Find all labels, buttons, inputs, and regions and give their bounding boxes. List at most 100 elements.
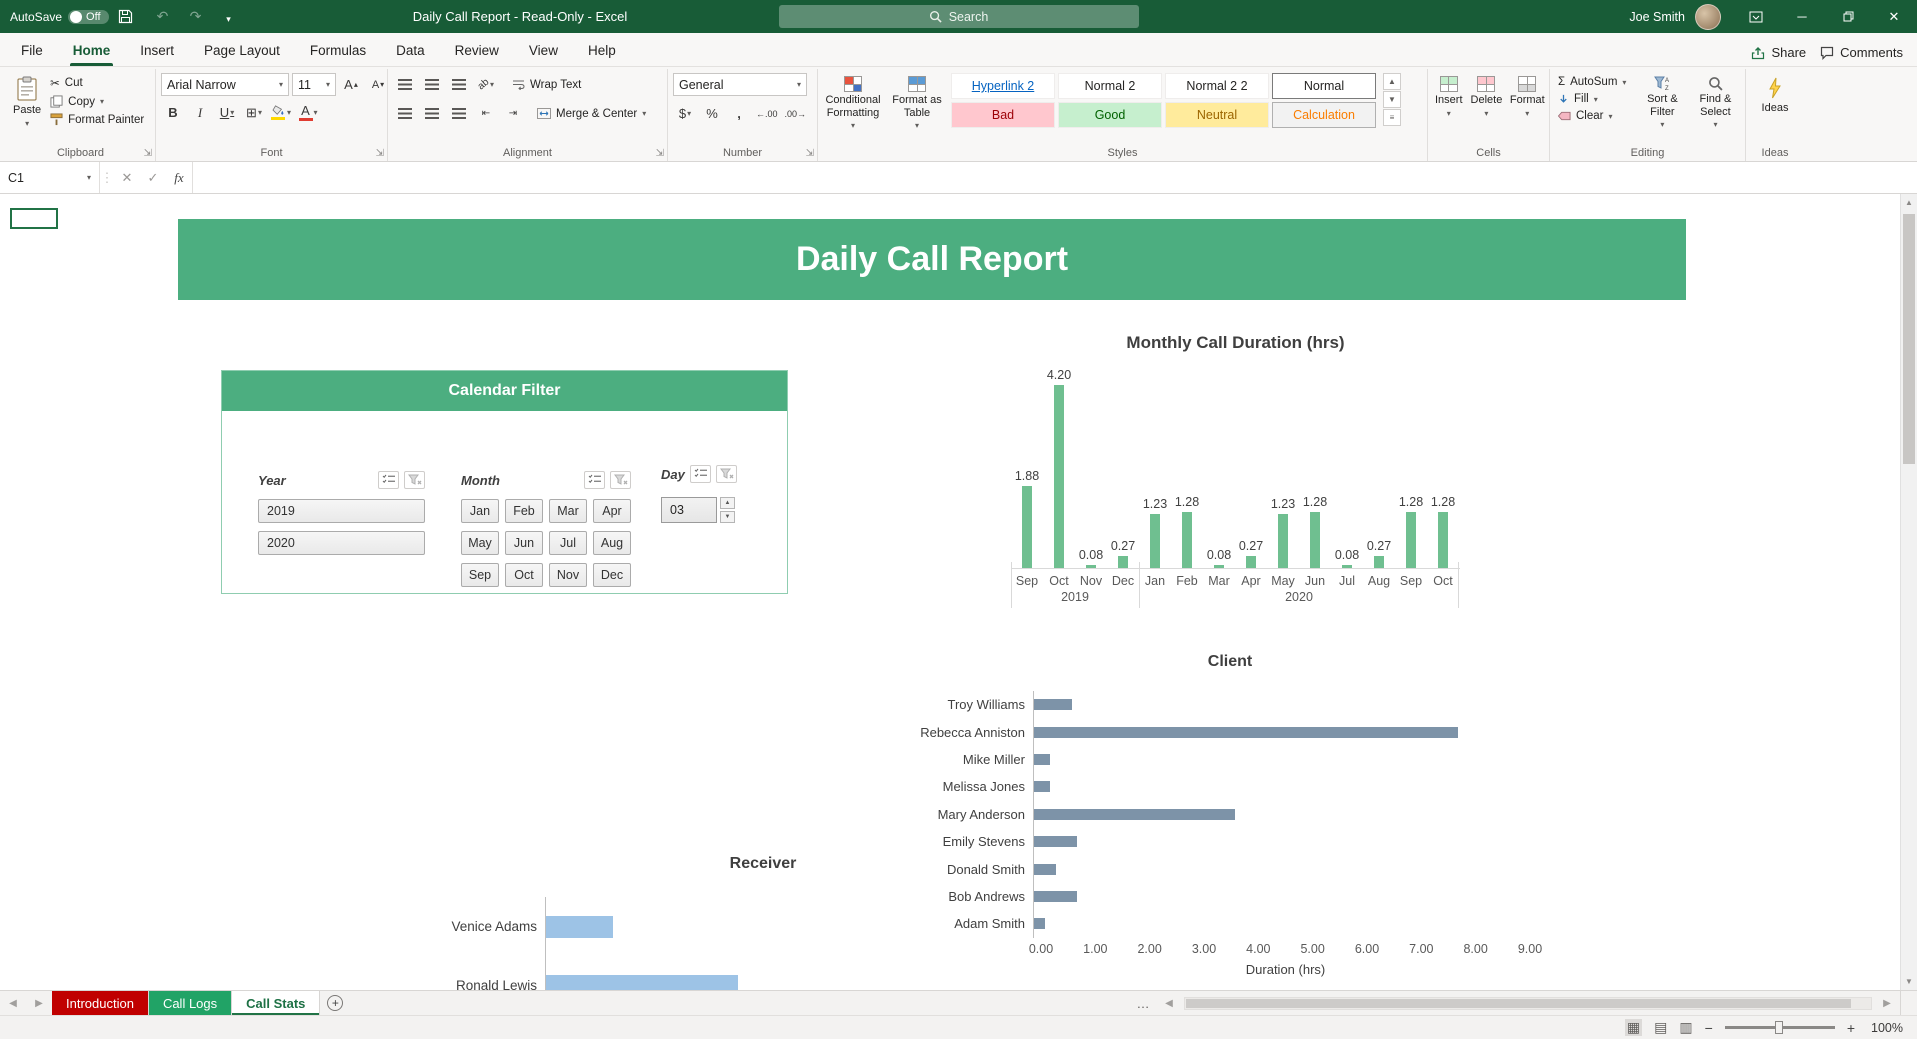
slicer-item-2020[interactable]: 2020 <box>258 531 425 555</box>
slicer-item-mar[interactable]: Mar <box>549 499 587 523</box>
paste-button[interactable]: Paste ▾ <box>11 73 43 131</box>
redo-button[interactable]: ↷ <box>184 8 208 25</box>
comma-style-button[interactable]: , <box>727 102 751 125</box>
format-as-table-button[interactable]: Format as Table ▾ <box>887 73 947 133</box>
decrease-decimal-button[interactable]: .00→ <box>783 102 809 125</box>
month-multiselect-button[interactable] <box>584 471 605 489</box>
scroll-up-arrow[interactable]: ▲ <box>1901 194 1917 211</box>
cell-style-good[interactable]: Good <box>1058 102 1162 128</box>
ribbon-display-options-button[interactable] <box>1733 0 1779 33</box>
month-clear-filter-button[interactable] <box>610 471 631 489</box>
slicer-item-nov[interactable]: Nov <box>549 563 587 587</box>
ribbon-tab-review[interactable]: Review <box>440 35 514 66</box>
format-painter-button[interactable]: Format Painter <box>47 112 147 127</box>
align-top-button[interactable] <box>393 73 417 96</box>
day-value-field[interactable]: 03 <box>661 497 717 523</box>
day-spin-down-button[interactable]: ▼ <box>720 511 735 523</box>
copy-button[interactable]: Copy ▾ <box>47 94 147 109</box>
number-format-combo[interactable]: General ▾ <box>673 73 807 96</box>
slicer-item-feb[interactable]: Feb <box>505 499 543 523</box>
align-left-button[interactable] <box>393 102 417 125</box>
slicer-item-jan[interactable]: Jan <box>461 499 499 523</box>
page-layout-view-button[interactable]: ▤ <box>1654 1019 1667 1036</box>
ribbon-tab-formulas[interactable]: Formulas <box>295 35 381 66</box>
zoom-in-button[interactable]: + <box>1847 1020 1855 1036</box>
slicer-item-dec[interactable]: Dec <box>593 563 631 587</box>
styles-gallery-more-button[interactable]: ≡ <box>1383 109 1401 126</box>
hscroll-right-arrow[interactable]: ▶ <box>1874 991 1900 1015</box>
undo-button[interactable]: ↶ <box>151 8 175 25</box>
sheet-nav-left-button[interactable]: ◀ <box>0 991 26 1015</box>
merge-center-button[interactable]: Merge & Center ▾ <box>534 107 649 121</box>
horizontal-scrollbar-thumb[interactable] <box>1186 998 1852 1008</box>
zoom-slider[interactable] <box>1724 1021 1835 1034</box>
insert-function-button[interactable]: fx <box>166 162 192 193</box>
cell-style-normal[interactable]: Normal <box>1272 73 1376 99</box>
slicer-item-apr[interactable]: Apr <box>593 499 631 523</box>
align-middle-button[interactable] <box>420 73 444 96</box>
ribbon-tab-help[interactable]: Help <box>573 35 631 66</box>
align-right-button[interactable] <box>447 102 471 125</box>
accounting-format-button[interactable]: $ ▾ <box>673 102 697 125</box>
grow-font-button[interactable]: A ▴ <box>339 73 363 96</box>
cell-style-normal-2-2[interactable]: Normal 2 2 <box>1165 73 1269 99</box>
new-sheet-button[interactable]: + <box>320 991 350 1015</box>
cell-style-hyperlink-2[interactable]: Hyperlink 2 <box>951 73 1055 99</box>
tab-overflow-button[interactable]: … <box>1130 991 1156 1015</box>
close-button[interactable]: ✕ <box>1871 0 1917 33</box>
fill-button[interactable]: Fill ▾ <box>1555 92 1634 106</box>
name-box[interactable]: C1 ▾ <box>0 162 100 193</box>
styles-gallery-up-button[interactable]: ▲ <box>1383 73 1401 90</box>
worksheet-canvas[interactable]: Daily Call Report Calendar Filter Year 2… <box>0 194 1900 990</box>
restore-button[interactable] <box>1825 0 1871 33</box>
cell-style-neutral[interactable]: Neutral <box>1165 102 1269 128</box>
slicer-item-sep[interactable]: Sep <box>461 563 499 587</box>
alignment-dialog-launcher[interactable]: ⇲ <box>656 148 664 159</box>
align-center-button[interactable] <box>420 102 444 125</box>
underline-button[interactable]: U ▾ <box>215 101 239 124</box>
selected-cell[interactable] <box>10 208 58 229</box>
confirm-entry-button[interactable]: ✓ <box>140 162 166 193</box>
ribbon-tab-page-layout[interactable]: Page Layout <box>189 35 295 66</box>
zoom-slider-thumb[interactable] <box>1774 1021 1783 1034</box>
increase-indent-button[interactable]: ⇥ <box>501 102 525 125</box>
wrap-text-button[interactable]: Wrap Text <box>509 78 584 92</box>
slicer-item-may[interactable]: May <box>461 531 499 555</box>
clipboard-dialog-launcher[interactable]: ⇲ <box>144 148 152 159</box>
ribbon-tab-data[interactable]: Data <box>381 35 440 66</box>
horizontal-scrollbar[interactable] <box>1184 996 1872 1010</box>
hscroll-left-arrow[interactable]: ◀ <box>1156 991 1182 1015</box>
font-color-button[interactable]: A ▾ <box>296 101 320 124</box>
cell-style-bad[interactable]: Bad <box>951 102 1055 128</box>
minimize-button[interactable]: ─ <box>1779 0 1825 33</box>
format-cells-button[interactable]: Format ▾ <box>1508 73 1546 121</box>
borders-button[interactable]: ⊞ ▾ <box>242 101 266 124</box>
sheet-nav-right-button[interactable]: ▶ <box>26 991 52 1015</box>
share-button[interactable]: Share <box>1751 45 1806 60</box>
italic-button[interactable]: I <box>188 101 212 124</box>
sort-filter-button[interactable]: AZ Sort & Filter ▾ <box>1638 73 1687 132</box>
clear-button[interactable]: Clear ▾ <box>1555 109 1634 123</box>
year-multiselect-button[interactable] <box>378 471 399 489</box>
cut-button[interactable]: ✂ Cut <box>47 75 147 91</box>
page-break-view-button[interactable]: ▥ <box>1679 1019 1692 1036</box>
slicer-item-jul[interactable]: Jul <box>549 531 587 555</box>
day-spin-up-button[interactable]: ▲ <box>720 497 735 509</box>
ribbon-tab-view[interactable]: View <box>514 35 573 66</box>
zoom-level[interactable]: 100% <box>1867 1021 1903 1035</box>
search-input[interactable]: Search <box>778 5 1139 28</box>
comments-button[interactable]: Comments <box>1820 45 1903 60</box>
slicer-item-jun[interactable]: Jun <box>505 531 543 555</box>
font-dialog-launcher[interactable]: ⇲ <box>376 148 384 159</box>
fill-color-button[interactable]: ▾ <box>269 101 293 124</box>
vertical-scrollbar[interactable]: ▲ ▼ <box>1900 194 1917 990</box>
normal-view-button[interactable]: ▦ <box>1624 1019 1643 1036</box>
percent-style-button[interactable]: % <box>700 102 724 125</box>
orientation-button[interactable]: ab ▾ <box>474 73 498 96</box>
ribbon-tab-insert[interactable]: Insert <box>125 35 189 66</box>
ribbon-tab-file[interactable]: File <box>6 35 58 66</box>
day-clear-filter-button[interactable] <box>716 465 737 483</box>
ribbon-tab-home[interactable]: Home <box>58 35 126 66</box>
decrease-indent-button[interactable]: ⇤ <box>474 102 498 125</box>
year-clear-filter-button[interactable] <box>404 471 425 489</box>
